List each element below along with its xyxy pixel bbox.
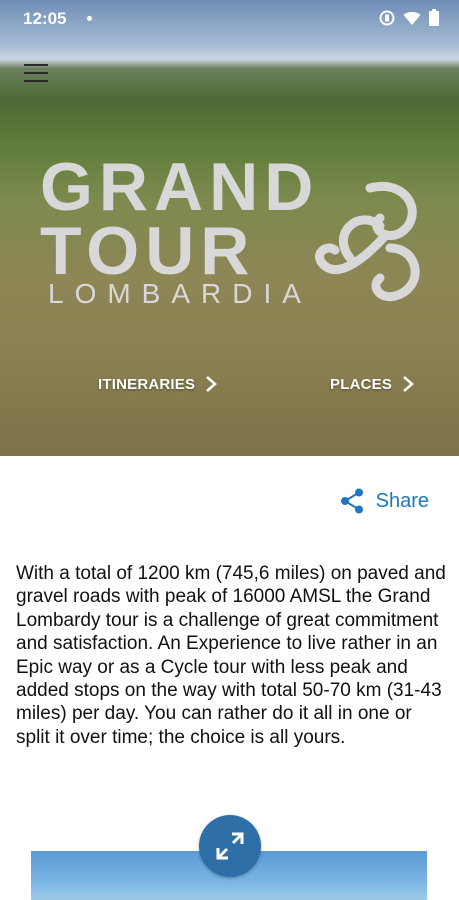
hero-image: 12:05 GRAND TOUR LOMBARDIA ITINERARIES P…	[0, 0, 459, 456]
share-button[interactable]: Share	[340, 488, 429, 514]
share-icon	[340, 488, 363, 514]
grand-tour-logo: GRAND TOUR LOMBARDIA	[40, 149, 420, 308]
chevron-right-icon	[403, 376, 414, 392]
notification-dot-icon	[87, 16, 92, 21]
wifi-icon	[403, 11, 421, 25]
tour-description: With a total of 1200 km (745,6 miles) on…	[16, 563, 446, 748]
places-link[interactable]: PLACES	[330, 375, 414, 393]
do-not-disturb-icon	[379, 10, 395, 25]
share-label: Share	[375, 489, 429, 512]
itineraries-link[interactable]: ITINERARIES	[98, 375, 218, 393]
chevron-right-icon	[206, 376, 218, 392]
status-time: 12:05	[23, 9, 67, 28]
hamburger-menu-icon[interactable]	[24, 64, 48, 82]
battery-icon	[429, 9, 439, 26]
logo-line-lombardia: LOMBARDIA	[48, 278, 312, 308]
status-bar: 12:05	[0, 0, 459, 36]
itineraries-label: ITINERARIES	[98, 375, 196, 393]
triskelion-icon	[315, 181, 420, 302]
status-icons	[379, 9, 439, 26]
expand-button[interactable]	[199, 815, 261, 877]
places-label: PLACES	[330, 375, 393, 393]
expand-arrows-icon	[216, 832, 244, 860]
